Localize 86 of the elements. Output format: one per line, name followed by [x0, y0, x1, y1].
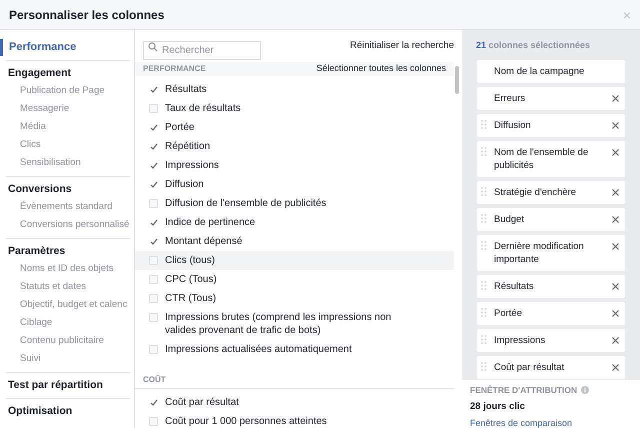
selected-column-card[interactable]: Portée — [477, 302, 625, 324]
section-heading: COÛT — [143, 374, 166, 386]
scrollbar[interactable] — [455, 66, 459, 94]
selected-count-label: colonnes sélectionnées — [488, 40, 590, 50]
column-name: Dernière modification importante — [493, 240, 585, 266]
selected-column-card[interactable]: Résultats — [477, 274, 625, 298]
select-all-link[interactable]: Sélectionner toutes les colonnes — [316, 62, 446, 76]
option-label: Impressions — [165, 159, 219, 172]
selected-column-card[interactable]: Nom de l'ensemble de publicités — [477, 140, 625, 176]
remove-icon[interactable] — [612, 188, 619, 196]
sidebar-category[interactable]: Optimisation — [0, 403, 130, 420]
sidebar-category[interactable]: Engagement — [0, 65, 130, 82]
remove-icon[interactable] — [612, 242, 619, 250]
option-label: Clics (tous) — [165, 254, 216, 267]
column-name: Résultats — [493, 280, 535, 292]
remove-icon[interactable] — [612, 216, 619, 222]
selected-column-card[interactable]: Diffusion — [477, 114, 625, 136]
checkbox[interactable] — [149, 218, 158, 227]
selected-column-card[interactable]: Budget — [477, 208, 625, 230]
option-label: Portée — [165, 121, 194, 134]
column-name: Nom de l'ensemble de publicités — [493, 146, 590, 172]
remove-icon[interactable] — [612, 310, 619, 316]
option-label: Coût par résultat — [165, 396, 239, 409]
selected-column-card[interactable]: Nom de la campagne — [477, 60, 625, 82]
column-name: Diffusion — [493, 118, 532, 132]
option-label: Impressions brutes (comprend les impressions non valides provenant de trafic de bots) — [165, 311, 392, 337]
dialog-title: Personnaliser les colonnes — [9, 6, 164, 24]
highlighted-row[interactable]: Clics (tous) — [135, 251, 454, 270]
remove-icon[interactable] — [612, 94, 619, 102]
sidebar-category[interactable]: Paramètres — [0, 243, 130, 260]
checkbox[interactable] — [149, 85, 158, 94]
option-label: CPC (Tous) — [165, 273, 217, 286]
reset-search-link[interactable]: Réinitialiser la recherche — [350, 38, 454, 54]
checkbox[interactable] — [149, 161, 158, 170]
checkbox[interactable] — [149, 237, 158, 246]
selected-column-card[interactable]: Erreurs — [477, 86, 625, 110]
option-label: Répétition — [165, 140, 210, 153]
attribution-heading: FENÊTRE D'ATTRIBUTION — [470, 384, 578, 397]
drag-handle-icon[interactable] — [481, 280, 487, 290]
option-label: Impressions actualisées automatiquement — [165, 343, 352, 356]
drag-handle-icon[interactable] — [481, 214, 487, 224]
selected-column-card[interactable]: Coût par résultat — [477, 356, 625, 378]
option-label: Taux de résultats — [165, 102, 241, 115]
option-label: Diffusion — [165, 178, 204, 191]
selected-column-card[interactable]: Impressions — [477, 328, 625, 352]
selected-column-card[interactable]: Stratégie d'enchère — [477, 180, 625, 204]
option-label: Résultats — [165, 83, 207, 96]
drag-handle-icon[interactable] — [481, 308, 487, 318]
drag-handle-icon[interactable] — [481, 146, 487, 156]
selected-count: 21 — [476, 40, 486, 50]
column-name: Budget — [493, 212, 526, 226]
option-label: Coût pour 1 000 personnes atteintes — [165, 415, 327, 428]
sidebar-category[interactable]: Conversions — [0, 181, 130, 198]
drag-handle-icon[interactable] — [481, 120, 487, 130]
sidebar-category[interactable]: Performance — [0, 39, 130, 56]
drag-handle-icon[interactable] — [481, 240, 487, 250]
sidebar-category[interactable]: Test par répartition — [0, 377, 130, 394]
column-name: Portée — [493, 306, 523, 320]
option-label: CTR (Tous) — [165, 292, 216, 305]
search-field[interactable]: Rechercher — [143, 40, 261, 60]
remove-icon[interactable] — [612, 364, 619, 370]
column-name: Impressions — [493, 334, 546, 346]
selected-column-card[interactable]: Dernière modification importante — [477, 234, 625, 270]
attribution-value: 28 jours clic — [470, 400, 526, 414]
column-name: Stratégie d'enchère — [493, 186, 578, 198]
section-heading: PERFORMANCE — [143, 63, 206, 75]
remove-icon[interactable] — [612, 282, 619, 290]
comparison-windows-link[interactable]: Fenêtres de comparaison — [470, 417, 632, 428]
search-icon — [148, 42, 158, 52]
checkbox[interactable] — [149, 180, 158, 189]
remove-icon[interactable] — [612, 122, 619, 128]
column-name: Coût par résultat — [493, 360, 566, 374]
checkbox[interactable] — [149, 398, 158, 407]
option-label: Indice de pertinence — [165, 216, 256, 229]
drag-handle-icon[interactable] — [481, 186, 487, 196]
option-label: Montant dépensé — [165, 235, 242, 248]
column-name: Nom de la campagne — [493, 64, 586, 78]
checkbox[interactable] — [149, 123, 158, 132]
remove-icon[interactable] — [612, 336, 619, 344]
option-label: Diffusion de l'ensemble de publicités — [165, 197, 326, 210]
remove-icon[interactable] — [612, 148, 619, 156]
checkbox[interactable] — [149, 142, 158, 151]
drag-handle-icon[interactable] — [481, 362, 487, 372]
info-icon[interactable] — [581, 386, 590, 394]
drag-handle-icon[interactable] — [481, 334, 487, 344]
column-name: Erreurs — [493, 92, 526, 104]
